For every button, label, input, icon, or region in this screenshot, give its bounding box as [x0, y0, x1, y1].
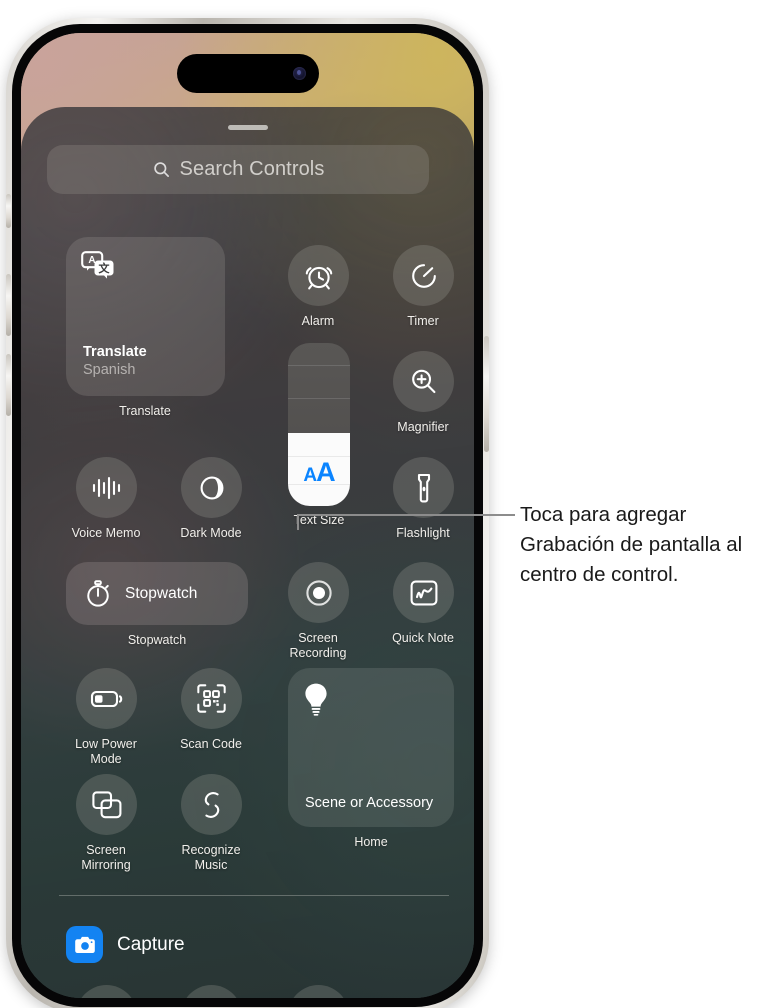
alarm-button[interactable]: [288, 245, 349, 306]
action-button[interactable]: [6, 194, 11, 228]
screen-mirroring-label: Screen Mirroring: [81, 843, 131, 872]
qr-scan-button[interactable]: [181, 985, 242, 998]
screen-recording-label: Screen Recording: [289, 631, 347, 660]
dark-mode-icon: [200, 476, 223, 499]
waveform-icon: [92, 476, 120, 499]
control-alarm[interactable]: Alarm: [288, 245, 349, 328]
screen-mirroring-button[interactable]: [76, 774, 137, 835]
control-recognize-music[interactable]: Recognize Music: [181, 774, 242, 872]
volume-down-button[interactable]: [6, 354, 11, 416]
capture-scan-control[interactable]: [181, 985, 242, 998]
magnifier-icon: [411, 369, 435, 393]
timer-icon: [411, 263, 436, 288]
quick-note-icon: [410, 580, 437, 605]
recognize-music-label: Recognize Music: [181, 843, 241, 872]
stopwatch-pill-text: Stopwatch: [125, 584, 198, 602]
control-dark-mode[interactable]: Dark Mode: [180, 457, 242, 540]
shazam-icon: [204, 791, 219, 818]
quick-note-label: Quick Note: [392, 631, 454, 645]
callout-leader-horizontal: [297, 514, 515, 516]
slider-tick: [288, 398, 350, 399]
home-label: Home: [354, 835, 388, 849]
slider-tick: [288, 365, 350, 366]
control-scan-code[interactable]: Scan Code: [180, 668, 242, 751]
control-low-power-mode[interactable]: Low Power Mode: [75, 668, 137, 766]
camera-button[interactable]: [76, 985, 137, 998]
translate-subtitle: Spanish: [83, 362, 136, 378]
control-home[interactable]: Scene or Accessory Home: [288, 668, 454, 849]
translate-title: Translate: [83, 344, 147, 360]
text-size-slider[interactable]: AA: [288, 343, 350, 506]
recognize-music-button[interactable]: [181, 774, 242, 835]
iphone-device-frame: Search Controls A 文 Translate Spanish Tr…: [6, 18, 489, 1008]
control-translate[interactable]: A 文 Translate Spanish Translate: [66, 237, 225, 418]
quick-note-button[interactable]: [393, 562, 454, 623]
stopwatch-label: Stopwatch: [127, 633, 187, 647]
flashlight-button[interactable]: [393, 457, 454, 518]
screen-mirroring-icon: [91, 790, 121, 818]
dark-mode-button[interactable]: [181, 457, 242, 518]
text-size-icon: AA: [303, 457, 335, 488]
section-divider: [59, 895, 449, 896]
stopwatch-button[interactable]: Stopwatch: [66, 562, 248, 625]
control-flashlight[interactable]: Flashlight: [393, 457, 454, 540]
low-power-mode-button[interactable]: [76, 668, 137, 729]
alarm-label: Alarm: [301, 314, 335, 328]
voice-memo-button[interactable]: [76, 457, 137, 518]
home-tile[interactable]: Scene or Accessory: [288, 668, 454, 827]
timer-label: Timer: [407, 314, 439, 328]
svg-text:文: 文: [99, 261, 111, 275]
translate-icon: A 文: [81, 251, 115, 281]
add-control-button[interactable]: [288, 985, 349, 998]
scan-code-button[interactable]: [181, 668, 242, 729]
text-size-large-a: A: [316, 457, 335, 487]
scan-code-label: Scan Code: [180, 737, 242, 751]
camera-app-icon: [66, 926, 103, 963]
screenshot-root: Search Controls A 文 Translate Spanish Tr…: [0, 0, 771, 1008]
control-quick-note[interactable]: Quick Note: [392, 562, 454, 645]
flashlight-icon: [417, 473, 430, 502]
capture-section-header[interactable]: Capture: [66, 926, 185, 963]
callout-leader-vertical: [297, 514, 299, 530]
magnifier-label: Magnifier: [397, 420, 449, 434]
home-tile-text: Scene or Accessory: [305, 795, 434, 811]
translate-label: Translate: [119, 404, 171, 418]
flashlight-label: Flashlight: [396, 526, 450, 540]
voice-memo-label: Voice Memo: [71, 526, 141, 540]
qr-scan-icon: [197, 684, 226, 713]
alarm-clock-icon: [305, 266, 332, 289]
translate-tile[interactable]: A 文 Translate Spanish: [66, 237, 225, 396]
stopwatch-icon: [87, 579, 109, 607]
capture-camera-control[interactable]: [76, 985, 137, 998]
control-magnifier[interactable]: Magnifier: [393, 351, 454, 434]
timer-button[interactable]: [393, 245, 454, 306]
dark-mode-label: Dark Mode: [180, 526, 242, 540]
text-size-small-a: A: [303, 465, 317, 486]
control-timer[interactable]: Timer: [393, 245, 454, 328]
lightbulb-icon: [303, 682, 329, 716]
side-power-button[interactable]: [484, 336, 489, 452]
battery-low-icon: [90, 690, 122, 707]
low-power-mode-label: Low Power Mode: [75, 737, 137, 766]
callout-text: Toca para agregar Grabación de pantalla …: [520, 503, 743, 586]
control-voice-memo[interactable]: Voice Memo: [72, 457, 140, 540]
record-icon: [305, 579, 332, 606]
capture-label: Capture: [117, 933, 185, 955]
screen-recording-button[interactable]: [288, 562, 349, 623]
control-screen-recording[interactable]: Screen Recording: [288, 562, 349, 660]
capture-add-control[interactable]: [288, 985, 349, 998]
volume-up-button[interactable]: [6, 274, 11, 336]
control-screen-mirroring[interactable]: Screen Mirroring: [76, 774, 137, 872]
control-stopwatch[interactable]: Stopwatch Stopwatch: [66, 562, 248, 647]
magnifier-button[interactable]: [393, 351, 454, 412]
